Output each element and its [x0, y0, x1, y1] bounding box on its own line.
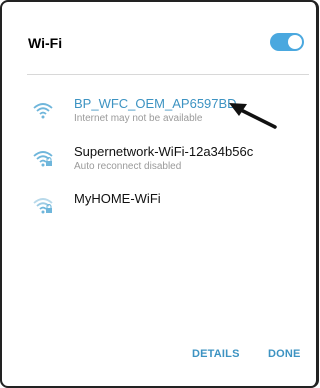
- divider: [27, 74, 309, 75]
- network-name: Supernetwork-WiFi-12a34b56c: [74, 144, 254, 159]
- annotation-arrow-icon: [229, 103, 277, 129]
- network-item-supernetwork[interactable]: Supernetwork-WiFi-12a34b56c Auto reconne…: [28, 144, 308, 180]
- network-name: BP_WFC_OEM_AP6597BD: [74, 96, 237, 111]
- wifi-lock-icon: [33, 198, 53, 214]
- network-status: Internet may not be available: [74, 113, 203, 124]
- wifi-dialog: Wi-Fi BP_WFC_OEM_AP6597BD Internet may n…: [0, 0, 319, 388]
- network-status: Auto reconnect disabled: [74, 161, 182, 172]
- network-name: MyHOME-WiFi: [74, 191, 161, 206]
- wifi-signal-icon: [33, 103, 53, 119]
- network-item-myhome[interactable]: MyHOME-WiFi: [28, 191, 308, 227]
- details-button[interactable]: DETAILS: [192, 348, 240, 360]
- dialog-title: Wi-Fi: [28, 35, 63, 51]
- wifi-lock-icon: [33, 151, 53, 167]
- wifi-toggle[interactable]: [270, 33, 304, 51]
- toggle-knob: [288, 35, 302, 49]
- done-button[interactable]: DONE: [268, 348, 301, 360]
